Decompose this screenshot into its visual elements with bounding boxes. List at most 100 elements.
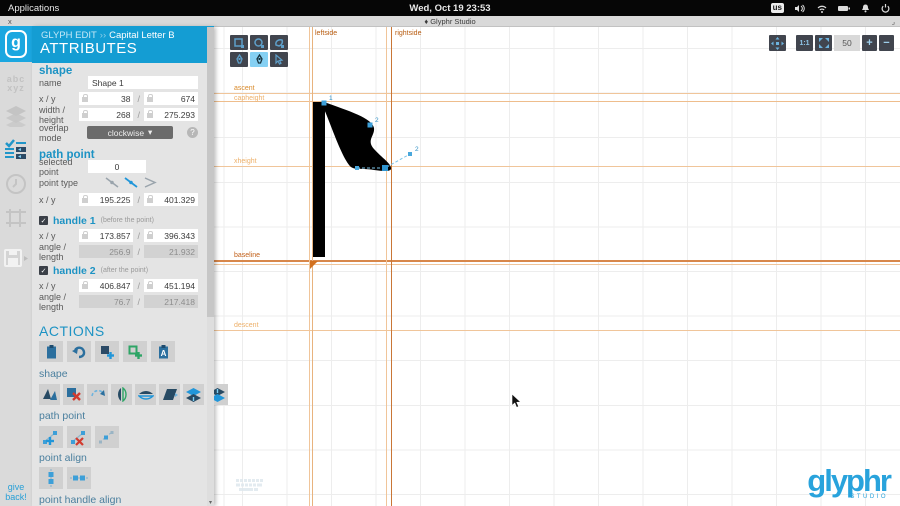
- paste-shape-button[interactable]: [39, 341, 63, 362]
- point-type-corner-button[interactable]: [142, 176, 158, 189]
- glyphr-logo-tile[interactable]: g: [0, 26, 32, 62]
- handle1-angle-value: 256.9: [79, 245, 133, 258]
- lock-icon[interactable]: [82, 113, 88, 118]
- rotate-shape-button[interactable]: [87, 384, 108, 405]
- network-icon[interactable]: [817, 4, 827, 13]
- add-shape-button[interactable]: [95, 341, 119, 362]
- battery-icon[interactable]: [838, 5, 850, 12]
- path-point-1[interactable]: [322, 101, 327, 106]
- align-points-vertical-button[interactable]: [39, 467, 63, 489]
- clock[interactable]: Wed, Oct 19 23:53: [0, 3, 900, 14]
- zoom-1to1-button[interactable]: 1:1: [796, 35, 813, 51]
- power-icon[interactable]: [881, 4, 890, 13]
- handle2-angle-length-label: angle / length: [39, 292, 79, 312]
- zoom-out-button[interactable]: −: [879, 35, 894, 51]
- shape-edit-arrow-tool[interactable]: [270, 52, 288, 67]
- point-x-input[interactable]: 195.225: [79, 193, 133, 206]
- path-point-2[interactable]: [368, 123, 373, 128]
- point-type-flat-button[interactable]: [123, 176, 139, 189]
- point-type-symmetric-button[interactable]: [104, 176, 120, 189]
- path-edit-tool-selected[interactable]: [250, 52, 268, 67]
- lock-icon[interactable]: [147, 97, 153, 102]
- overlap-mode-label: overlap mode: [39, 123, 87, 143]
- flip-horizontal-button[interactable]: [111, 384, 132, 405]
- align-points-horizontal-button[interactable]: [67, 467, 91, 489]
- path-add-point-tool[interactable]: [230, 52, 248, 67]
- handle2-hint: (after the point): [101, 267, 148, 274]
- keyboard-layout-indicator[interactable]: us: [771, 3, 784, 13]
- handle1-control[interactable]: [355, 166, 359, 170]
- selected-point-label: selected point: [39, 157, 88, 177]
- delete-shape-button[interactable]: [63, 384, 84, 405]
- handle2-control[interactable]: [408, 152, 412, 156]
- shape-height-input[interactable]: 275.293: [144, 108, 198, 121]
- layers-icon[interactable]: [0, 105, 32, 127]
- navigation-rail: g abcxyz giveback!: [0, 27, 32, 506]
- zoom-level-value[interactable]: 50: [834, 35, 860, 51]
- point-1-label: 1: [329, 95, 333, 102]
- insert-path-point-button[interactable]: [39, 426, 63, 448]
- panel-scrollbar[interactable]: ▾: [207, 27, 214, 506]
- handle2-x-input[interactable]: 406.847: [79, 279, 133, 292]
- selected-path-point[interactable]: [382, 165, 388, 171]
- pan-tool[interactable]: [769, 35, 786, 51]
- lock-icon[interactable]: [147, 234, 153, 239]
- delete-path-point-button[interactable]: [67, 426, 91, 448]
- point-align-subheading: point align: [39, 452, 87, 464]
- shape-y-input[interactable]: 674: [144, 92, 198, 105]
- give-back-link[interactable]: giveback!: [0, 482, 32, 502]
- help-icon[interactable]: ?: [187, 127, 198, 138]
- lock-icon[interactable]: [147, 198, 153, 203]
- attributes-panel-icon[interactable]: [0, 139, 32, 161]
- new-rectangle-tool[interactable]: [230, 35, 248, 50]
- glyph-outline[interactable]: 1 2 2: [214, 27, 900, 506]
- paste-shape-attributes-button[interactable]: A: [151, 341, 175, 362]
- new-oval-tool[interactable]: [250, 35, 268, 50]
- system-tray: us: [771, 3, 890, 13]
- overlap-mode-select[interactable]: clockwise▾: [87, 126, 173, 139]
- window-resize-icon[interactable]: ⌟: [891, 17, 895, 26]
- shear-shape-button[interactable]: [159, 384, 180, 405]
- glyph-stem[interactable]: [313, 102, 325, 257]
- point-y-input[interactable]: 401.329: [144, 193, 198, 206]
- selected-point-input[interactable]: 0: [88, 160, 146, 173]
- lock-icon[interactable]: [82, 198, 88, 203]
- lock-icon[interactable]: [147, 284, 153, 289]
- shape-width-input[interactable]: 268: [79, 108, 133, 121]
- reset-point-handles-button[interactable]: [95, 426, 119, 448]
- panel-header: GLYPH EDIT››Capital Letter B ATTRIBUTES: [32, 26, 214, 63]
- shape-x-input[interactable]: 38: [79, 92, 133, 105]
- flip-vertical-button[interactable]: [135, 384, 156, 405]
- handle2-y-input[interactable]: 451.194: [144, 279, 198, 292]
- glyph-bowl[interactable]: [324, 102, 391, 171]
- glyph-edit-canvas[interactable]: leftside rightside ascent capheight xhei…: [214, 27, 900, 506]
- add-path-button[interactable]: [123, 341, 147, 362]
- new-path-tool[interactable]: [270, 35, 288, 50]
- lock-icon[interactable]: [82, 234, 88, 239]
- kerning-icon[interactable]: [0, 207, 32, 229]
- undo-button[interactable]: [67, 341, 91, 362]
- lock-icon[interactable]: [147, 113, 153, 118]
- lock-icon[interactable]: [82, 97, 88, 102]
- save-export-icon[interactable]: [0, 249, 32, 269]
- history-icon[interactable]: [0, 173, 32, 195]
- panel-scrollbar-thumb[interactable]: [207, 27, 214, 317]
- flip-shape-button[interactable]: [39, 384, 60, 405]
- handle2-xy-label: x / y: [39, 281, 79, 291]
- zoom-fit-button[interactable]: [815, 35, 832, 51]
- notifications-bell-icon[interactable]: [861, 4, 870, 13]
- glyphr-studio-logo: glyphr STUDIO: [807, 468, 890, 500]
- handle1-x-input[interactable]: 173.857: [79, 229, 133, 242]
- zoom-in-button[interactable]: +: [862, 35, 877, 51]
- lock-icon[interactable]: [82, 284, 88, 289]
- move-shape-up-button[interactable]: [183, 384, 204, 405]
- handle2-checkbox[interactable]: ✓: [39, 266, 48, 275]
- glyph-chooser-icon[interactable]: abcxyz: [0, 75, 32, 93]
- handle1-y-input[interactable]: 396.343: [144, 229, 198, 242]
- shape-name-input[interactable]: Shape 1: [88, 76, 198, 89]
- handle1-xy-label: x / y: [39, 231, 79, 241]
- scrollbar-down-arrow[interactable]: ▾: [207, 499, 214, 506]
- volume-icon[interactable]: [795, 4, 806, 13]
- handle1-checkbox[interactable]: ✓: [39, 216, 48, 225]
- svg-text:A: A: [160, 349, 166, 358]
